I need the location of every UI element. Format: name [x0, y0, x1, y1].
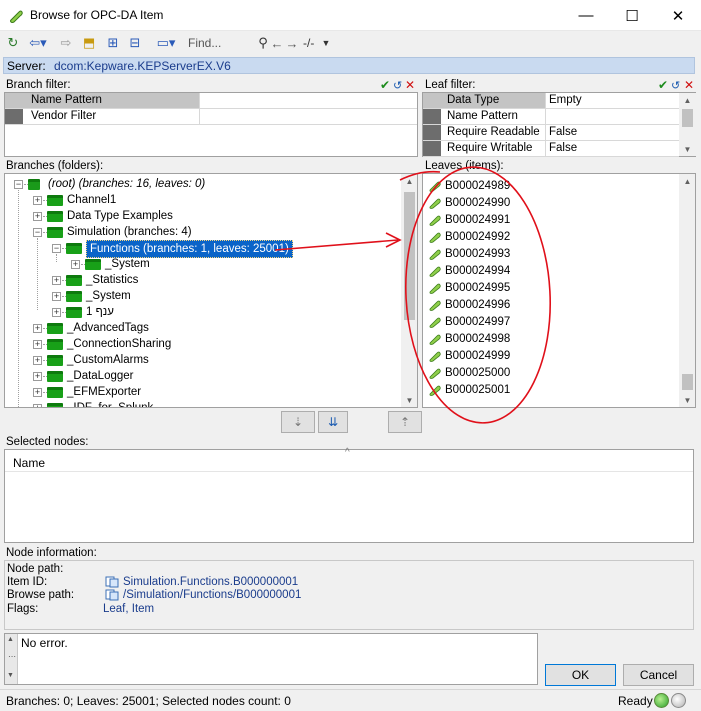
browse-path-label: Browse path:: [7, 589, 75, 601]
copy-icon[interactable]: [105, 589, 119, 601]
message-scroller[interactable]: ▲ ⋯ ▼: [5, 634, 18, 684]
message-box: ▲ ⋯ ▼ No error.: [4, 633, 538, 685]
flags-value: Leaf, Item: [103, 603, 155, 615]
status-bar: Branches: 0; Leaves: 25001; Selected nod…: [0, 689, 701, 711]
cancel-button[interactable]: Cancel: [623, 664, 694, 686]
browse-path-value[interactable]: /Simulation/Functions/B000000001: [123, 589, 301, 601]
add-all-button[interactable]: ⇊: [318, 411, 348, 433]
item-id-value[interactable]: Simulation.Functions.B000000001: [123, 576, 298, 588]
status-grey-light-icon: [671, 693, 686, 708]
sort-up-icon: ^: [345, 447, 350, 458]
node-path-label: Node path:: [7, 563, 64, 575]
message-text: No error.: [21, 636, 68, 650]
node-info-label: Node information:: [6, 547, 97, 559]
item-id-label: Item ID:: [7, 576, 48, 588]
node-info-panel: Node path: Item ID: Simulation.Functions…: [4, 560, 694, 630]
remove-up-button[interactable]: ⇡: [388, 411, 422, 433]
add-down-button[interactable]: ⇣: [281, 411, 315, 433]
copy-icon[interactable]: [105, 576, 119, 588]
ok-button[interactable]: OK: [545, 664, 616, 686]
status-green-light-icon: [654, 693, 669, 708]
ready-text: Ready: [618, 694, 653, 708]
flags-label: Flags:: [7, 603, 39, 615]
selected-nodes-label: Selected nodes:: [6, 436, 89, 448]
status-text: Branches: 0; Leaves: 25001; Selected nod…: [6, 694, 291, 708]
column-name-header[interactable]: Name: [13, 456, 45, 470]
selected-nodes-list[interactable]: Name ^: [4, 447, 694, 543]
